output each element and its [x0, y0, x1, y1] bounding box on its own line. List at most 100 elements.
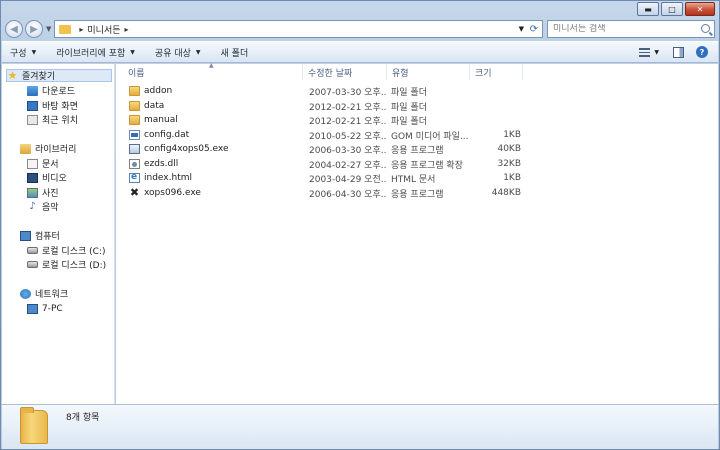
computer-icon [20, 230, 31, 241]
maximize-button[interactable]: □ [661, 2, 683, 16]
file-name-cell: ezds.dll [129, 157, 299, 171]
file-size: 1KB [503, 130, 521, 140]
sidebar-item-libraries[interactable]: 라이브러리 [20, 142, 76, 155]
sidebar-label: 7-PC [42, 303, 63, 314]
folder-icon [59, 24, 72, 34]
hard-drive-icon [27, 247, 38, 254]
sidebar-label: 문서 [42, 160, 59, 170]
minimize-button[interactable]: ▬ [637, 2, 659, 16]
file-name: config4xops05.exe [144, 144, 229, 154]
preview-pane-icon[interactable] [673, 46, 684, 58]
sidebar-item-desktop[interactable]: 바탕 화면 [27, 99, 78, 112]
file-type: 파일 폴더 [391, 102, 427, 113]
file-name: data [144, 101, 165, 111]
file-row[interactable]: ✖ xops096.exe 2006-04-30 오후... 응용 프로그램 44… [125, 186, 545, 200]
file-name: addon [144, 86, 173, 96]
recent-pages-dropdown-icon[interactable]: ▼ [46, 25, 51, 33]
organize-button[interactable]: 구성 ▼ [10, 46, 36, 59]
include-in-library-label: 라이브러리에 포함 [56, 48, 126, 59]
file-row[interactable]: config.dat 2010-05-22 오후... GOM 미디어 파일..… [125, 128, 545, 142]
file-type: 응용 프로그램 [391, 189, 444, 200]
file-name: ezds.dll [144, 159, 179, 169]
column-header-date[interactable]: 수정한 날짜 [303, 64, 387, 80]
close-button[interactable]: ✕ [685, 2, 715, 16]
file-row[interactable]: manual 2012-02-21 오후... 파일 폴더 [125, 113, 545, 127]
file-size: 40KB [497, 144, 521, 154]
file-row[interactable]: data 2012-02-21 오후... 파일 폴더 [125, 99, 545, 113]
sidebar-label: 라이브러리 [35, 145, 77, 155]
computer-icon [27, 303, 38, 314]
sidebar-label: 바탕 화면 [42, 102, 78, 112]
new-folder-label: 새 폴더 [220, 48, 249, 59]
dat-file-icon [129, 130, 140, 140]
chevron-down-icon: ▼ [195, 48, 201, 56]
change-view-icon[interactable] [639, 47, 651, 57]
sidebar-item-network[interactable]: 네트워크 [20, 287, 68, 300]
sidebar-item-computer[interactable]: 컴퓨터 [20, 229, 60, 242]
help-icon[interactable]: ? [696, 46, 708, 58]
organize-label: 구성 [10, 48, 27, 59]
search-box[interactable] [547, 20, 715, 38]
search-icon[interactable] [701, 24, 710, 33]
search-input[interactable] [553, 24, 693, 34]
share-with-button[interactable]: 공유 대상 ▼ [155, 46, 201, 59]
file-date: 2010-05-22 오후... [309, 131, 387, 142]
file-row[interactable]: addon 2007-03-30 오후... 파일 폴더 [125, 84, 545, 98]
view-controls: ▼ ? [639, 46, 708, 58]
breadcrumb-separator-icon[interactable]: ▸ [125, 25, 129, 34]
breadcrumb-separator-icon[interactable]: ▸ [79, 25, 83, 34]
file-size: 32KB [497, 159, 521, 169]
star-icon: ★ [7, 68, 18, 82]
dll-file-icon [129, 159, 140, 169]
file-type: 응용 프로그램 [391, 145, 444, 156]
view-dropdown-icon[interactable]: ▼ [654, 49, 659, 56]
sidebar-item-favorites[interactable]: ★ 즐겨찾기 [6, 69, 112, 82]
details-pane: 8개 항목 [2, 404, 718, 449]
sidebar-item-local-disk-c[interactable]: 로컬 디스크 (C:) [27, 244, 105, 257]
xops-exe-icon: ✖ [129, 186, 140, 199]
sidebar-item-downloads[interactable]: 다운로드 [27, 84, 75, 97]
sidebar-item-7-pc[interactable]: 7-PC [27, 302, 63, 315]
file-name: manual [144, 115, 178, 125]
column-header-label: 수정한 날짜 [308, 68, 353, 79]
sidebar-item-documents[interactable]: 문서 [27, 157, 59, 170]
sidebar-label: 최근 위치 [42, 116, 78, 126]
new-folder-button[interactable]: 새 폴더 [221, 46, 249, 59]
file-row[interactable]: config4xops05.exe 2006-03-30 오후... 응용 프로… [125, 142, 545, 156]
file-name: config.dat [144, 130, 190, 140]
file-date: 2007-03-30 오후... [309, 87, 387, 98]
file-row[interactable]: index.html 2003-04-29 오전... HTML 문서 1KB [125, 171, 545, 185]
refresh-icon[interactable]: ⟳ [530, 24, 538, 35]
column-header-name[interactable]: 이름 [123, 64, 303, 80]
address-bar[interactable]: ▸ 미니서든 ▸ ▼ ⟳ [54, 20, 543, 38]
file-type: 파일 폴더 [391, 116, 427, 127]
file-name-cell: ✖ xops096.exe [129, 186, 299, 200]
breadcrumb-current[interactable]: 미니서든 [87, 23, 120, 36]
column-header-type[interactable]: 유형 [387, 64, 470, 80]
file-type: 파일 폴더 [391, 87, 427, 98]
file-row[interactable]: ezds.dll 2004-02-27 오후... 응용 프로그램 확장 32K… [125, 157, 545, 171]
sidebar-item-videos[interactable]: 비디오 [27, 171, 67, 184]
file-size [465, 99, 521, 113]
file-type: HTML 문서 [391, 174, 436, 185]
sidebar-item-recent-places[interactable]: 최근 위치 [27, 113, 78, 126]
sidebar-item-music[interactable]: ♪ 음악 [27, 200, 58, 213]
file-list: ▲ 이름 수정한 날짜 유형 크기 addon 2007-03-30 오후...… [116, 62, 718, 404]
file-type: GOM 미디어 파일... [391, 131, 469, 142]
file-date: 2006-03-30 오후... [309, 145, 387, 156]
forward-button[interactable]: ▶ [25, 20, 43, 38]
folder-icon [129, 115, 140, 125]
back-button[interactable]: ◀ [5, 20, 23, 38]
command-bar: 구성 ▼ 라이브러리에 포함 ▼ 공유 대상 ▼ 새 폴더 ▼ ? [2, 41, 718, 63]
explorer-window: ▬ □ ✕ ◀ ▶ ▼ ▸ 미니서든 ▸ ▼ ⟳ 구성 ▼ 라이브러리에 포함 ▼ … [0, 0, 720, 450]
file-name: xops096.exe [144, 188, 201, 198]
documents-icon [27, 158, 38, 169]
address-dropdown-icon[interactable]: ▼ [519, 25, 524, 33]
downloads-folder-icon [27, 85, 38, 96]
include-in-library-button[interactable]: 라이브러리에 포함 ▼ [56, 46, 135, 59]
sidebar-item-local-disk-d[interactable]: 로컬 디스크 (D:) [27, 258, 106, 271]
file-size [465, 113, 521, 127]
chevron-down-icon: ▼ [130, 48, 135, 56]
column-header-size[interactable]: 크기 [470, 64, 523, 80]
sidebar-item-pictures[interactable]: 사진 [27, 186, 59, 199]
